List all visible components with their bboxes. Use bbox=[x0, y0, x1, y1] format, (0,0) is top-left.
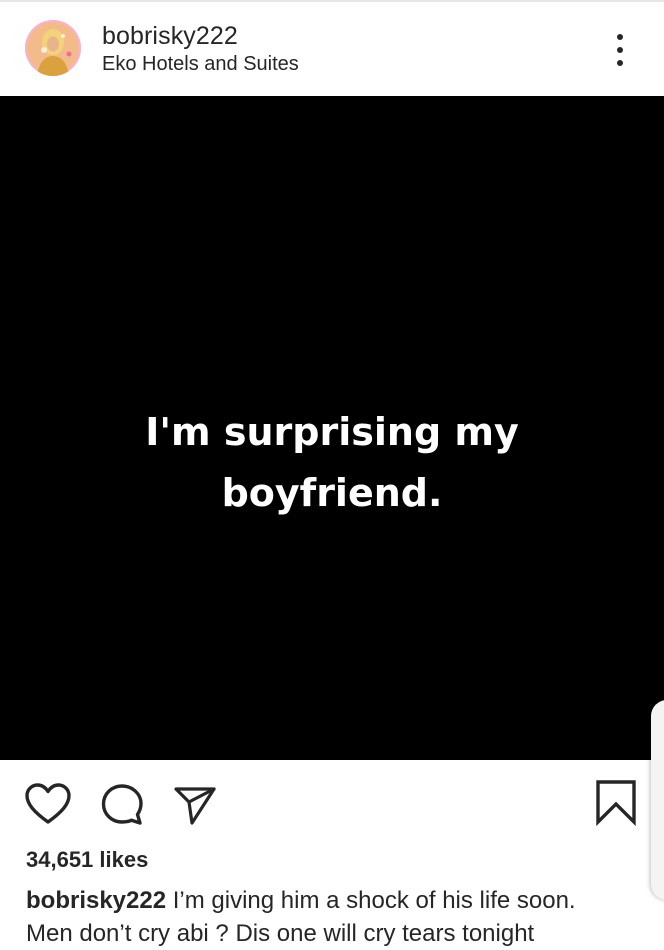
post-username[interactable]: bobrisky222 bbox=[102, 22, 238, 51]
post-actions-bar bbox=[0, 762, 664, 842]
more-vertical-icon-dot bbox=[617, 60, 623, 66]
comment-icon[interactable] bbox=[100, 782, 146, 828]
more-vertical-icon-dot bbox=[617, 34, 623, 40]
profile-photo-icon bbox=[25, 20, 81, 76]
instagram-post-screen: bobrisky222 Eko Hotels and Suites I'm su… bbox=[0, 0, 664, 950]
post-header: bobrisky222 Eko Hotels and Suites bbox=[0, 2, 664, 96]
caption-username[interactable]: bobrisky222 bbox=[26, 887, 166, 914]
post-caption: bobrisky222 I’m giving him a shock of hi… bbox=[26, 884, 646, 950]
post-location[interactable]: Eko Hotels and Suites bbox=[102, 53, 299, 76]
caption-text-2: Men don’t cry abi ? Dis one will cry tea… bbox=[26, 920, 535, 947]
paper-plane-icon[interactable] bbox=[172, 782, 218, 828]
heart-icon[interactable] bbox=[24, 782, 72, 826]
more-options-button[interactable] bbox=[604, 32, 636, 68]
post-image[interactable]: I'm surprising my boyfriend. bbox=[0, 96, 664, 760]
post-image-text: I'm surprising my boyfriend. bbox=[145, 410, 519, 515]
caption-text-1: I’m giving him a shock of his life soon. bbox=[172, 887, 576, 914]
avatar[interactable] bbox=[25, 20, 81, 76]
caption-line-1: bobrisky222 I’m giving him a shock of hi… bbox=[26, 884, 646, 917]
bookmark-icon[interactable] bbox=[594, 778, 638, 826]
more-vertical-icon-dot bbox=[617, 47, 623, 53]
likes-count[interactable]: 34,651 likes bbox=[26, 847, 148, 873]
